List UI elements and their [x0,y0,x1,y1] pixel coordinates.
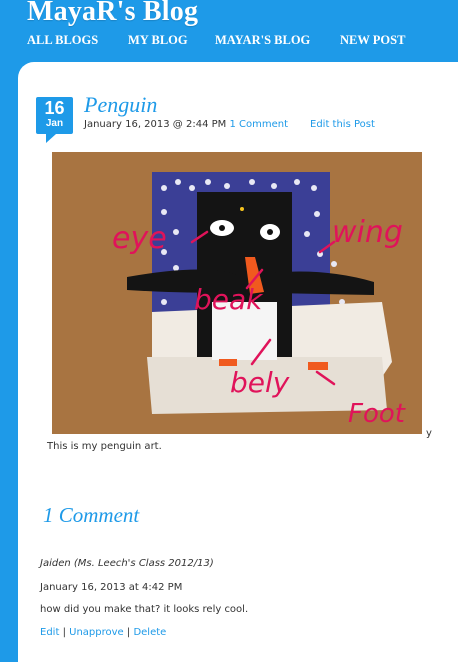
comment-count-link[interactable]: 1 Comment [229,119,288,130]
label-eye: eye [112,221,167,256]
comment-unapprove-link[interactable]: Unapprove [69,627,124,638]
date-day: 16 [44,98,65,118]
label-beak: beak [194,283,264,316]
comment-author: Jaiden (Ms. Leech's Class 2012/13) [40,558,214,569]
date-badge: 16 Jan [36,97,73,143]
nav-my-blog[interactable]: MY BLOG [128,33,188,48]
nav-all-blogs[interactable]: ALL BLOGS [27,33,98,48]
date-month: Jan [45,118,64,129]
comment-delete-link[interactable]: Delete [133,627,166,638]
post-meta: January 16, 2013 @ 2:44 PM 1 Comment Edi… [84,119,375,130]
nav-mayars-blog[interactable]: MAYAR'S BLOG [215,33,310,48]
comment-actions: Edit | Unapprove | Delete [40,627,166,638]
comment-date: January 16, 2013 at 4:42 PM [40,582,183,593]
post-caption: This is my penguin art. [47,441,162,452]
penguin-art-image: eye wing beak bely Foot [52,152,422,434]
separator: | [62,627,66,638]
comment-text: how did you make that? it looks rely coo… [40,604,249,615]
post-date: January 16, 2013 @ 2:44 PM [84,119,227,130]
badge-tail [46,134,56,143]
edit-post-link[interactable]: Edit this Post [310,119,375,130]
separator: | [126,627,131,638]
stray-character: y [426,428,432,439]
label-foot: Foot [348,399,406,429]
label-belly: bely [230,366,290,399]
label-wing: wing [332,215,403,250]
comment-edit-link[interactable]: Edit [40,627,59,638]
main-nav: ALL BLOGS MY BLOG MAYAR'S BLOG NEW POST [0,33,458,53]
comments-heading: 1 Comment [43,503,140,527]
post-photo: eye wing beak bely Foot [52,152,422,434]
post-title[interactable]: Penguin [84,92,157,118]
nav-new-post[interactable]: NEW POST [340,33,405,48]
site-title[interactable]: MayaR's Blog [27,0,198,28]
